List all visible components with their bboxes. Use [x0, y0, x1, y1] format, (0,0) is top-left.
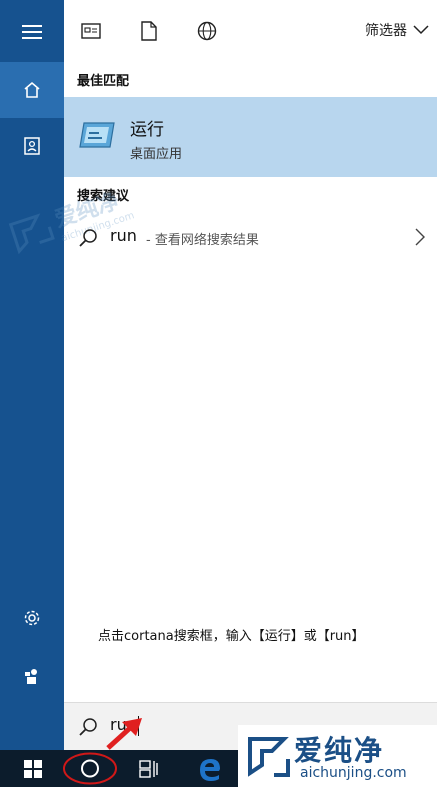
document-icon	[141, 21, 157, 41]
left-nav-rail	[0, 0, 64, 750]
edge-browser-button[interactable]	[196, 750, 224, 787]
chevron-down-icon	[413, 25, 429, 35]
task-view-icon	[139, 759, 158, 778]
filters-label: 筛选器	[365, 23, 407, 39]
annotation-arrow-icon	[106, 718, 142, 750]
best-match-title: 运行	[130, 120, 164, 140]
web-suggestion-item[interactable]: run - 查看网络搜索结果	[64, 220, 437, 256]
contact-icon	[24, 137, 40, 155]
feedback-button[interactable]	[0, 648, 64, 704]
home-icon	[24, 81, 40, 98]
results-toolbar: 筛选器	[64, 0, 437, 62]
globe-icon	[197, 21, 217, 41]
search-icon	[79, 718, 97, 736]
windows-start-icon	[24, 759, 42, 778]
start-button[interactable]	[20, 750, 46, 787]
news-icon	[81, 23, 101, 39]
user-icon	[25, 669, 37, 684]
filter-documents-button[interactable]	[136, 18, 162, 44]
best-match-heading: 最佳匹配	[77, 74, 130, 89]
cortana-button[interactable]	[62, 750, 118, 787]
best-match-subtitle: 桌面应用	[130, 147, 183, 162]
home-button[interactable]	[0, 62, 64, 118]
run-app-icon	[79, 122, 115, 148]
edge-icon	[200, 758, 220, 781]
watermark-url: aichunjing.com	[300, 765, 407, 781]
filter-apps-button[interactable]	[78, 18, 104, 44]
filters-dropdown[interactable]: 筛选器	[365, 20, 429, 40]
chevron-right-icon	[415, 228, 425, 246]
suggestion-query: run	[110, 226, 137, 245]
suggestion-description: - 查看网络搜索结果	[146, 233, 259, 248]
watermark-text: 爱纯净	[294, 734, 385, 767]
hamburger-button[interactable]	[0, 4, 64, 60]
settings-button[interactable]	[0, 590, 64, 646]
filter-web-button[interactable]	[194, 18, 220, 44]
task-view-button[interactable]	[136, 750, 162, 787]
tutorial-annotation: 点击cortana搜索框，输入【运行】或【run】	[98, 629, 365, 644]
watermark-badge: 爱纯净 aichunjing.com	[238, 725, 437, 787]
cortana-icon	[63, 752, 117, 785]
best-match-result[interactable]: 运行 桌面应用	[64, 97, 437, 177]
hamburger-icon	[22, 25, 42, 39]
settings-icon	[24, 610, 40, 626]
watermark-logo-icon	[248, 737, 290, 777]
notebook-button[interactable]	[0, 118, 64, 174]
search-icon	[79, 229, 97, 247]
